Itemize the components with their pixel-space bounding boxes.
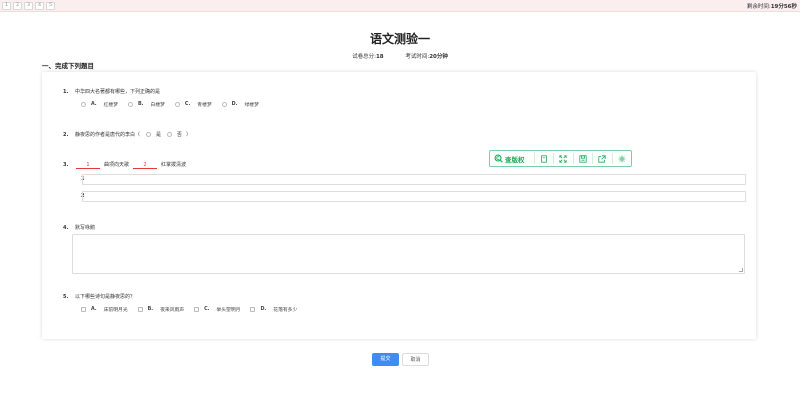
top-bar: 1 2 3 4 5 剩余时间:19分56秒 (0, 0, 800, 12)
option-d[interactable]: D. 花落有多少 (250, 306, 297, 313)
share-icon[interactable] (593, 150, 612, 167)
fill-blank-2[interactable]: 2 (133, 162, 158, 169)
timer-value: 19分56秒 (770, 4, 797, 10)
radio-icon[interactable] (167, 132, 173, 137)
question-5-options: A. 床前明月光 B. 夜来风雨声 C. 举头望明月 D. 花落有多少 (81, 306, 307, 313)
question-card: 1. 中华四大名著都有哪些，下列正确的是 A. 红楼梦 B. 白楼梦 C. 青楼梦 D.… (42, 72, 756, 339)
blank-input-1[interactable] (82, 174, 746, 185)
option-no[interactable]: 否 (167, 131, 182, 138)
question-5: 5. 以下哪些诗句是静夜思的？ (63, 293, 135, 300)
exam-meta: 试卷总分:18 考试时间:20分钟 (0, 52, 800, 60)
question-nav-2[interactable]: 2 (13, 2, 22, 10)
question-2: 2. 静夜思的作者是唐代的李白（ 是 否 ） (63, 131, 192, 139)
question-text: 静夜思的作者是唐代的李白（ (75, 132, 141, 138)
option-a[interactable]: A. 床前明月光 (81, 306, 128, 313)
question-3: 3. 1 曲项向天歌 2 红掌拨清波 (63, 162, 187, 169)
save-icon[interactable] (573, 150, 592, 167)
copyright-search-icon (494, 154, 503, 163)
checkbox-icon[interactable] (194, 307, 200, 312)
copyright-toolbar: 查版权 (489, 150, 632, 167)
question-text: 中华四大名著都有哪些，下列正确的是 (75, 89, 161, 95)
total-score: 试卷总分:18 (352, 54, 384, 60)
question-text: 默写咏鹅 (75, 225, 96, 231)
countdown-timer: 剩余时间:19分56秒 (747, 2, 797, 10)
cancel-button[interactable]: 取消 (402, 353, 429, 366)
question-4: 4. 默写咏鹅 (63, 224, 95, 231)
settings-icon[interactable] (612, 150, 631, 167)
answer-textarea[interactable] (72, 234, 745, 274)
radio-icon[interactable] (146, 132, 152, 137)
submit-button[interactable]: 提交 (372, 353, 399, 366)
option-a[interactable]: A. 红楼梦 (81, 101, 118, 108)
option-c[interactable]: C. 青楼梦 (174, 101, 212, 108)
radio-icon[interactable] (128, 102, 134, 107)
question-number: 1. (63, 89, 69, 95)
timer-label: 剩余时间: (746, 4, 771, 10)
radio-icon[interactable] (221, 102, 227, 107)
fullscreen-icon[interactable] (554, 150, 573, 167)
question-nav-4[interactable]: 4 (35, 2, 44, 10)
radio-icon[interactable] (174, 102, 180, 107)
bookmark-icon[interactable] (534, 150, 553, 167)
section-title: 一、完成下列题目 (42, 62, 94, 70)
question-nav-3[interactable]: 3 (24, 2, 33, 10)
fill-blank-1[interactable]: 1 (76, 162, 100, 169)
option-b[interactable]: B. 白楼梦 (128, 101, 165, 108)
option-c[interactable]: C. 举头望明月 (194, 306, 240, 313)
question-1-options: A. 红楼梦 B. 白楼梦 C. 青楼梦 D. 绿楼梦 (81, 101, 269, 108)
checkbox-icon[interactable] (81, 307, 86, 312)
question-nav: 1 2 3 4 5 (2, 2, 55, 10)
option-b[interactable]: B. 夜来风雨声 (137, 306, 184, 313)
question-number: 4. (63, 225, 69, 231)
resize-handle-icon[interactable] (739, 268, 743, 272)
question-number: 2. (63, 131, 69, 138)
question-nav-1[interactable]: 1 (2, 2, 11, 10)
option-yes[interactable]: 是 (146, 131, 161, 138)
question-text: 以下哪些诗句是静夜思的？ (75, 294, 136, 300)
page-title: 语文测验一 (369, 32, 430, 46)
blank-input-2[interactable] (82, 191, 746, 202)
option-d[interactable]: D. 绿楼梦 (221, 101, 259, 108)
question-number: 5. (63, 294, 69, 300)
exam-duration: 考试时间:20分钟 (405, 54, 448, 60)
checkbox-icon[interactable] (137, 307, 143, 312)
question-nav-5[interactable]: 5 (46, 2, 55, 10)
checkbox-icon[interactable] (250, 307, 256, 312)
question-1: 1. 中华四大名著都有哪些，下列正确的是 (63, 88, 160, 95)
radio-icon[interactable] (81, 102, 86, 107)
check-copyright-button[interactable]: 查版权 (490, 154, 534, 164)
question-number: 3. (63, 162, 69, 168)
